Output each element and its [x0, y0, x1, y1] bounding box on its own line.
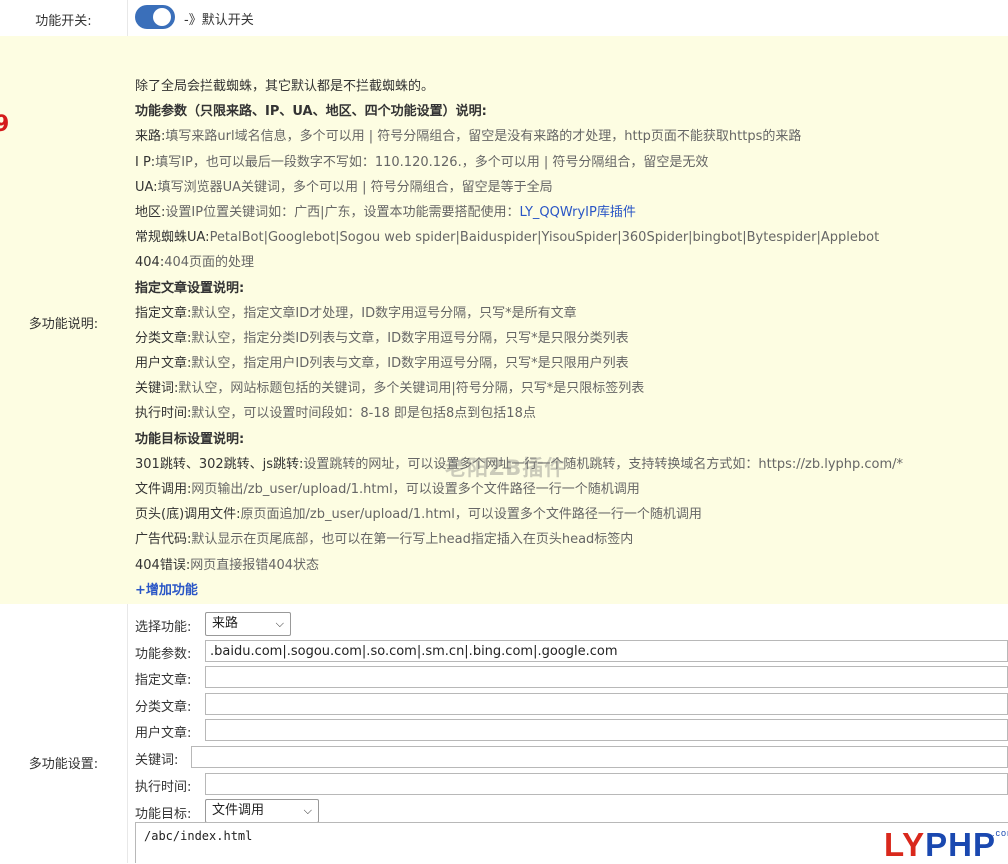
function-params-input[interactable]	[205, 640, 1008, 662]
description-line: 关键词:默认空，网站标题包括的关键词，多个关键词用|符号分隔，只写*是只限标签列…	[135, 376, 903, 401]
description-line: 来路:填写来路url域名信息，多个可以用 | 符号分隔组合，留空是没有来路的才处…	[135, 124, 903, 149]
keywords-label: 关键词:	[135, 753, 179, 768]
description-text: 除了全局会拦截蜘蛛，其它默认都是不拦截蜘蛛的。功能参数（只限来路、IP、UA、地…	[135, 74, 903, 603]
line-key: 301跳转、302跳转、js跳转:	[135, 456, 304, 472]
description-line: 功能参数（只限来路、IP、UA、地区、四个功能设置）说明:	[135, 99, 903, 124]
line-key: 分类文章:	[135, 330, 192, 346]
target-content-textarea[interactable]: /abc/index.html	[135, 822, 1008, 863]
toggle-knob	[153, 8, 171, 26]
description-line: 指定文章设置说明:	[135, 276, 903, 301]
watermark: 老阳ZB插件	[445, 456, 567, 480]
description-line: 404错误:网页直接报错404状态	[135, 553, 903, 578]
description-line: 广告代码:默认显示在页尾底部，也可以在第一行写上head指定插入在页头head标…	[135, 527, 903, 552]
switch-row: 功能开关: -》默认开关	[0, 0, 1008, 37]
exec-time-label: 执行时间:	[135, 780, 192, 795]
specified-posts-label: 指定文章:	[135, 673, 192, 688]
line-key: 来路:	[135, 129, 166, 145]
brand-php: PHP	[925, 826, 996, 863]
line-value: 原页面追加/zb_user/upload/1.html，可以设置多个文件路径一行…	[240, 507, 702, 523]
select-function-label: 选择功能:	[135, 620, 192, 635]
description-line: 页头(底)调用文件:原页面追加/zb_user/upload/1.html，可以…	[135, 502, 903, 527]
line-value: 默认显示在页尾底部，也可以在第一行写上head指定插入在页头head标签内	[191, 532, 634, 548]
function-target-label: 功能目标:	[135, 807, 192, 822]
line-value: PetalBot|Googlebot|Sogou web spider|Baid…	[209, 230, 880, 246]
toggle-text: -》默认开关	[184, 13, 254, 28]
line-value: 设置跳转的网址，可以设置多个网址一行一个随机跳转，支持转换域名方式如：https…	[303, 456, 904, 472]
red-mark: 9	[0, 112, 10, 137]
description-line: I P:填写IP，也可以最后一段数字不写如：110.120.126.，多个可以用…	[135, 150, 903, 175]
line-value: 网页输出/zb_user/upload/1.html，可以设置多个文件路径一行一…	[191, 482, 640, 497]
description-line: 404:404页面的处理	[135, 250, 903, 275]
line-key: 广告代码:	[135, 532, 192, 548]
brand-logo: LYPHP.com	[884, 826, 1008, 864]
line-key: 地区:	[135, 204, 166, 220]
line-key: UA:	[135, 179, 158, 195]
select-function-value: 来路	[212, 616, 239, 631]
keywords-input[interactable]	[191, 746, 1008, 768]
line-key: 除了全局会拦截蜘蛛，其它默认都是不拦截蜘蛛的。	[135, 79, 435, 94]
description-line: 地区:设置IP位置关键词如：广西|广东，设置本功能需要搭配使用：LY_QQWry…	[135, 200, 903, 225]
line-key: 执行时间:	[135, 406, 192, 422]
description-line: 分类文章:默认空，指定分类ID列表与文章，ID数字用逗号分隔，只写*是只限分类列…	[135, 326, 903, 351]
line-value: 404页面的处理	[164, 255, 255, 271]
line-key: 指定文章:	[135, 305, 192, 321]
line-value: 填写IP，也可以最后一段数字不写如：110.120.126.，多个可以用 | 符…	[155, 154, 709, 170]
line-key: I P:	[135, 154, 156, 170]
section-heading: 指定文章设置说明:	[135, 280, 245, 296]
line-value: 默认空，可以设置时间段如：8-18 即是包括8点到包括18点	[191, 406, 536, 422]
user-posts-label: 用户文章:	[135, 726, 192, 741]
add-function-link[interactable]: +增加功能	[135, 583, 198, 598]
function-target-dropdown[interactable]: 文件调用 ⌵	[205, 799, 319, 823]
specified-posts-input[interactable]	[205, 666, 1008, 688]
select-function-dropdown[interactable]: 来路 ⌵	[205, 612, 291, 636]
line-key: 404:	[135, 255, 165, 271]
line-value: 网页直接报错404状态	[190, 557, 320, 573]
description-row: 9 多功能说明: 除了全局会拦截蜘蛛，其它默认都是不拦截蜘蛛的。功能参数（只限来…	[0, 36, 1008, 604]
line-value: 默认空，指定文章ID才处理，ID数字用逗号分隔，只写*是所有文章	[191, 305, 577, 321]
section-heading: 功能参数（只限来路、IP、UA、地区、四个功能设置）说明:	[135, 104, 487, 120]
line-key: 常规蜘蛛UA:	[135, 230, 210, 246]
plugin-link[interactable]: LY_QQWryIP库插件	[519, 205, 635, 220]
line-value: 填写来路url域名信息，多个可以用 | 符号分隔组合，留空是没有来路的才处理，h…	[165, 129, 802, 145]
add-function-row: +增加功能	[135, 578, 903, 603]
description-line: 执行时间:默认空，可以设置时间段如：8-18 即是包括8点到包括18点	[135, 401, 903, 426]
line-key: 404错误:	[135, 557, 191, 573]
description-line: 指定文章:默认空，指定文章ID才处理，ID数字用逗号分隔，只写*是所有文章	[135, 301, 903, 326]
chevron-down-icon: ⌵	[303, 804, 312, 817]
brand-dot: .com	[992, 828, 1008, 838]
function-params-label: 功能参数:	[135, 647, 192, 662]
line-key: 页头(底)调用文件:	[135, 507, 241, 523]
function-toggle[interactable]	[135, 5, 175, 29]
line-key: 关键词:	[135, 381, 179, 397]
line-value: 默认空，网站标题包括的关键词，多个关键词用|符号分隔，只写*是只限标签列表	[178, 381, 645, 397]
description-line: 除了全局会拦截蜘蛛，其它默认都是不拦截蜘蛛的。	[135, 74, 903, 99]
section-heading: 功能目标设置说明:	[135, 431, 245, 447]
description-line: 用户文章:默认空，指定用户ID列表与文章，ID数字用逗号分隔，只写*是只限用户列…	[135, 351, 903, 376]
category-posts-input[interactable]	[205, 693, 1008, 715]
line-key: 用户文章:	[135, 356, 192, 372]
brand-ly: LY	[884, 826, 926, 863]
user-posts-input[interactable]	[205, 719, 1008, 741]
line-key: 文件调用:	[135, 482, 192, 497]
description-line: 常规蜘蛛UA:PetalBot|Googlebot|Sogou web spid…	[135, 225, 903, 250]
line-value: 默认空，指定分类ID列表与文章，ID数字用逗号分隔，只写*是只限分类列表	[191, 330, 629, 346]
line-value: 填写浏览器UA关键词，多个可以用 | 符号分隔组合，留空是等于全局	[157, 179, 553, 195]
function-target-value: 文件调用	[212, 803, 265, 818]
category-posts-label: 分类文章:	[135, 700, 192, 715]
description-line: UA:填写浏览器UA关键词，多个可以用 | 符号分隔组合，留空是等于全局	[135, 175, 903, 200]
description-line: 功能目标设置说明:	[135, 427, 903, 452]
switch-label: 功能开关:	[35, 14, 92, 29]
exec-time-input[interactable]	[205, 773, 1008, 795]
description-label: 多功能说明:	[28, 317, 99, 332]
settings-label: 多功能设置:	[28, 757, 99, 772]
line-value: 默认空，指定用户ID列表与文章，ID数字用逗号分隔，只写*是只限用户列表	[191, 356, 629, 372]
line-value: 设置IP位置关键词如：广西|广东，设置本功能需要搭配使用：	[165, 204, 520, 220]
chevron-down-icon: ⌵	[275, 617, 284, 630]
